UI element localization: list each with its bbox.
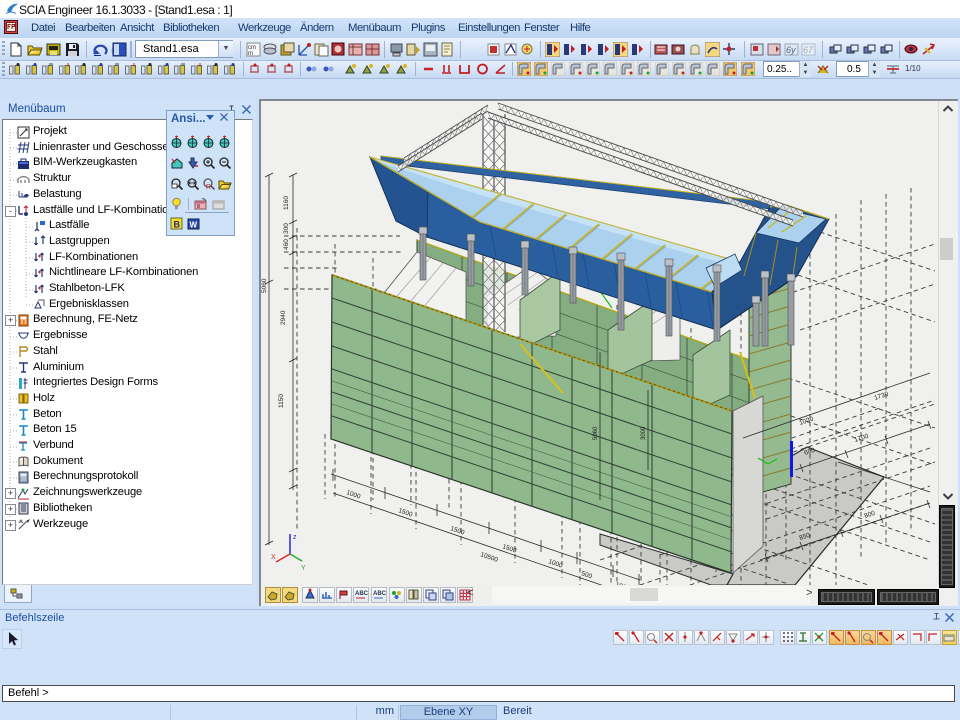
svg-text:1160: 1160 <box>283 196 290 210</box>
svg-text:ABC: ABC <box>355 591 369 597</box>
svg-text:5060: 5060 <box>593 426 599 440</box>
svg-text:z: z <box>293 534 297 541</box>
svg-text:R: R <box>206 184 211 191</box>
svg-text:m: m <box>248 51 253 57</box>
svg-text:2940: 2940 <box>280 310 287 325</box>
svg-text:W: W <box>190 221 198 230</box>
svg-text:300: 300 <box>283 223 290 234</box>
svg-text:3000: 3000 <box>641 426 647 440</box>
svg-text:6y: 6y <box>786 45 796 55</box>
svg-text:5060: 5060 <box>261 278 268 293</box>
svg-text:67: 67 <box>803 45 814 55</box>
svg-text:1150: 1150 <box>278 394 285 408</box>
svg-text:B: B <box>174 220 181 230</box>
svg-text:460: 460 <box>283 239 290 250</box>
svg-text:ABC: ABC <box>373 591 387 597</box>
svg-text:X: X <box>271 554 276 561</box>
svg-text:Y: Y <box>301 565 306 572</box>
